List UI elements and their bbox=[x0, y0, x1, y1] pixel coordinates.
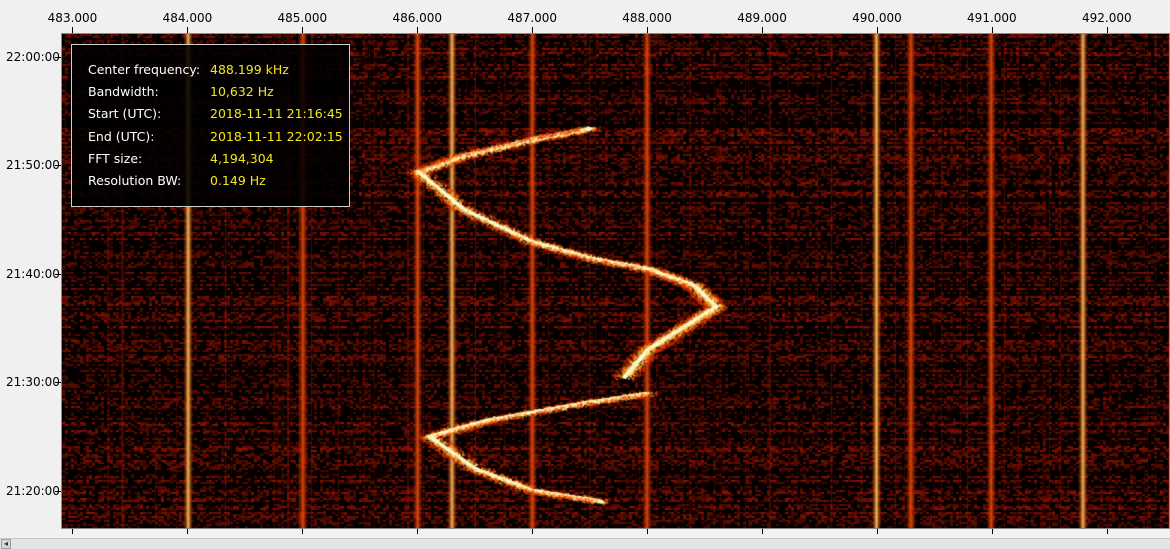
y-tick-mark bbox=[55, 165, 61, 166]
x-tick-mark-bottom bbox=[532, 529, 533, 534]
x-tick-mark bbox=[532, 27, 533, 33]
info-row: Center frequency: 488.199 kHz bbox=[88, 62, 289, 78]
x-tick-label: 489.000 bbox=[737, 11, 787, 25]
y-tick-mark bbox=[55, 274, 61, 275]
x-tick-label: 492.000 bbox=[1081, 11, 1132, 25]
info-panel: Center frequency: 488.199 kHz Bandwidth: 10… bbox=[71, 44, 350, 207]
info-value: 2018-11-11 22:02:15 bbox=[210, 128, 343, 144]
x-tick-mark bbox=[187, 27, 188, 33]
horizontal-scrollbar[interactable]: ◂ bbox=[0, 538, 1170, 549]
x-tick-mark-bottom bbox=[647, 529, 648, 534]
info-key: Center frequency: bbox=[88, 62, 201, 77]
x-tick-label: 486.000 bbox=[392, 11, 443, 25]
x-tick-mark-bottom bbox=[762, 529, 763, 534]
y-tick-label: 21:40:00 bbox=[6, 266, 60, 281]
x-tick-mark-bottom bbox=[417, 529, 418, 534]
info-row: Bandwidth: 10,632 Hz bbox=[88, 84, 274, 100]
y-tick-mark bbox=[55, 491, 61, 492]
scroll-left-arrow-icon[interactable]: ◂ bbox=[1, 539, 11, 549]
info-value: 2018-11-11 21:16:45 bbox=[210, 106, 343, 122]
x-tick-mark-bottom bbox=[72, 529, 73, 534]
y-tick-label: 21:20:00 bbox=[6, 484, 60, 498]
y-tick-label: 21:30:00 bbox=[6, 375, 60, 390]
x-tick-label: 484.000 bbox=[162, 11, 213, 25]
x-tick-mark bbox=[302, 27, 303, 33]
x-tick-label: 485.000 bbox=[277, 11, 328, 25]
x-tick-mark bbox=[877, 27, 878, 33]
info-key: Resolution BW: bbox=[88, 173, 182, 188]
info-row: End (UTC): 2018-11-11 22:02:15 bbox=[88, 129, 343, 145]
info-key: Bandwidth: bbox=[88, 84, 159, 100]
info-row: Start (UTC): 2018-11-11 21:16:45 bbox=[88, 106, 343, 122]
x-tick-label: 483.000 bbox=[47, 11, 98, 25]
info-value: 4,194,304 bbox=[210, 150, 274, 166]
x-tick-mark bbox=[417, 27, 418, 33]
x-tick-mark bbox=[992, 27, 993, 33]
y-tick-label: 22:00:00 bbox=[6, 49, 60, 64]
info-value: 10,632 Hz bbox=[210, 84, 274, 100]
x-tick-mark-bottom bbox=[187, 529, 188, 534]
x-tick-mark bbox=[762, 27, 763, 33]
x-tick-label: 487.000 bbox=[507, 11, 557, 25]
x-tick-mark bbox=[647, 27, 648, 33]
x-tick-mark bbox=[1107, 27, 1108, 33]
x-tick-label: 491.000 bbox=[967, 11, 1017, 25]
y-tick-label: 21:50:00 bbox=[6, 158, 60, 173]
spectrogram-viewer: Center frequency: 488.199 kHz Bandwidth: 10… bbox=[0, 0, 1170, 549]
info-value: 488.199 kHz bbox=[210, 62, 289, 77]
x-tick-mark bbox=[72, 27, 73, 33]
info-value: 0.149 Hz bbox=[210, 173, 266, 188]
x-tick-mark-bottom bbox=[877, 529, 878, 534]
info-key: FFT size: bbox=[88, 150, 143, 166]
x-tick-mark-bottom bbox=[1107, 529, 1108, 534]
x-tick-mark-bottom bbox=[302, 529, 303, 534]
x-tick-label: 488.000 bbox=[622, 11, 672, 25]
y-tick-mark bbox=[55, 57, 61, 58]
y-tick-mark bbox=[55, 382, 61, 383]
info-row: Resolution BW: 0.149 Hz bbox=[88, 173, 266, 189]
x-tick-label: 490.000 bbox=[852, 11, 902, 25]
info-row: FFT size: 4,194,304 bbox=[88, 151, 274, 167]
x-tick-mark-bottom bbox=[992, 529, 993, 534]
info-key: Start (UTC): bbox=[88, 106, 162, 122]
info-key: End (UTC): bbox=[88, 128, 155, 144]
